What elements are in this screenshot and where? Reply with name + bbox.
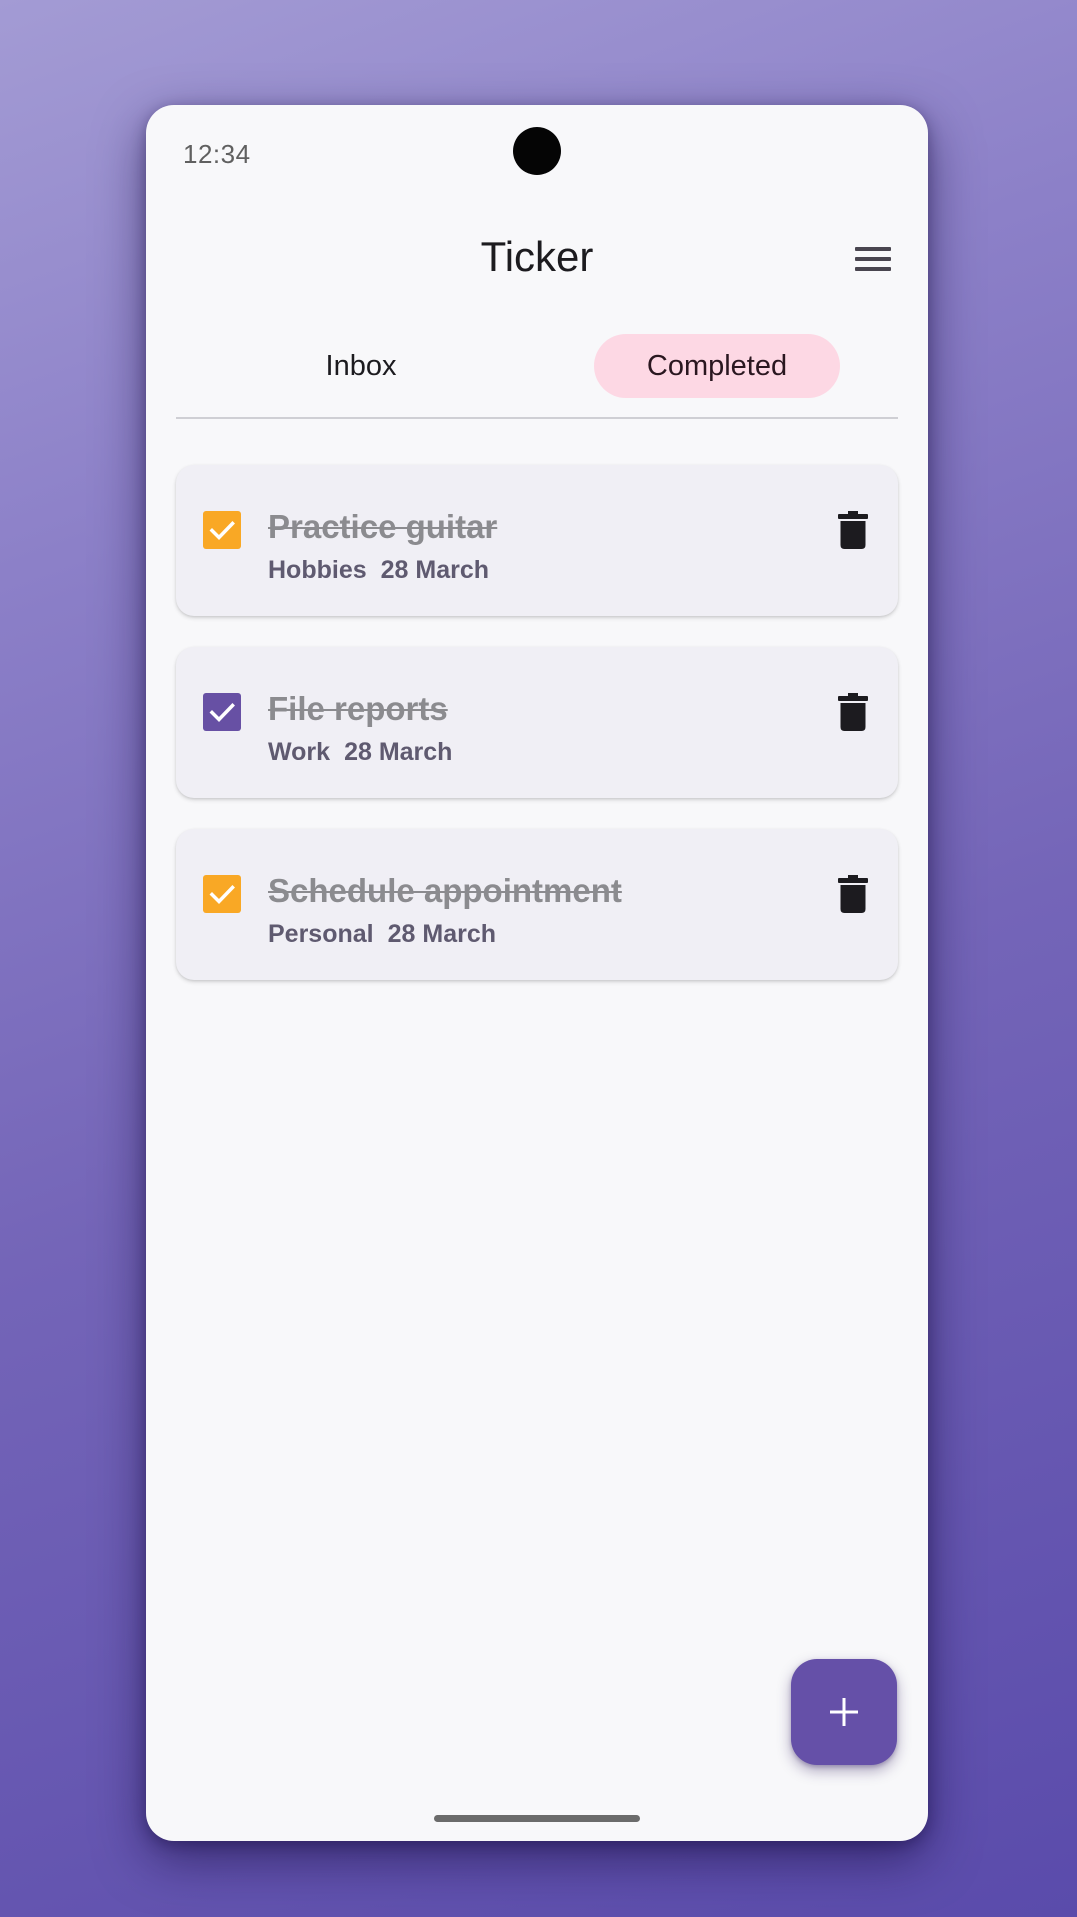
- status-bar-time: 12:34: [183, 139, 251, 169]
- checkmark-icon: [209, 703, 235, 722]
- phone-screen: 12:34 Ticker Inbox Completed Practice gu…: [146, 105, 928, 1841]
- task-date: 28 March: [344, 738, 453, 766]
- task-checkbox[interactable]: [203, 693, 241, 731]
- task-card[interactable]: File reports Work 28 March: [176, 647, 898, 798]
- trash-icon[interactable]: [838, 693, 868, 731]
- app-title: Ticker: [480, 233, 594, 280]
- add-task-button[interactable]: [791, 1659, 897, 1765]
- checkmark-icon: [209, 885, 235, 904]
- tab-bar: Inbox Completed: [176, 329, 898, 419]
- task-title: Schedule appointment: [268, 872, 622, 909]
- task-title: File reports: [268, 690, 448, 727]
- task-meta: Hobbies 28 March: [268, 556, 489, 585]
- hamburger-menu-icon[interactable]: [855, 246, 891, 272]
- task-category: Hobbies: [268, 556, 367, 584]
- tab-completed[interactable]: Completed: [594, 334, 840, 398]
- trash-icon[interactable]: [838, 511, 868, 549]
- task-meta: Personal 28 March: [268, 920, 496, 949]
- task-card[interactable]: Schedule appointment Personal 28 March: [176, 829, 898, 980]
- plus-icon: [830, 1698, 858, 1726]
- task-title: Practice guitar: [268, 508, 498, 545]
- task-checkbox[interactable]: [203, 511, 241, 549]
- task-date: 28 March: [380, 556, 490, 584]
- home-indicator[interactable]: [434, 1815, 640, 1822]
- checkmark-icon: [209, 521, 235, 540]
- task-checkbox[interactable]: [203, 875, 241, 913]
- task-meta: Work 28 March: [268, 738, 452, 767]
- task-card[interactable]: Practice guitar Hobbies 28 March: [176, 465, 898, 616]
- trash-icon[interactable]: [838, 875, 868, 913]
- task-category: Work: [268, 738, 331, 766]
- front-camera: [513, 127, 561, 175]
- tab-inbox[interactable]: Inbox: [261, 334, 461, 398]
- task-list: Practice guitar Hobbies 28 March File rep…: [176, 465, 898, 1011]
- task-category: Personal: [268, 920, 374, 948]
- task-date: 28 March: [387, 920, 496, 948]
